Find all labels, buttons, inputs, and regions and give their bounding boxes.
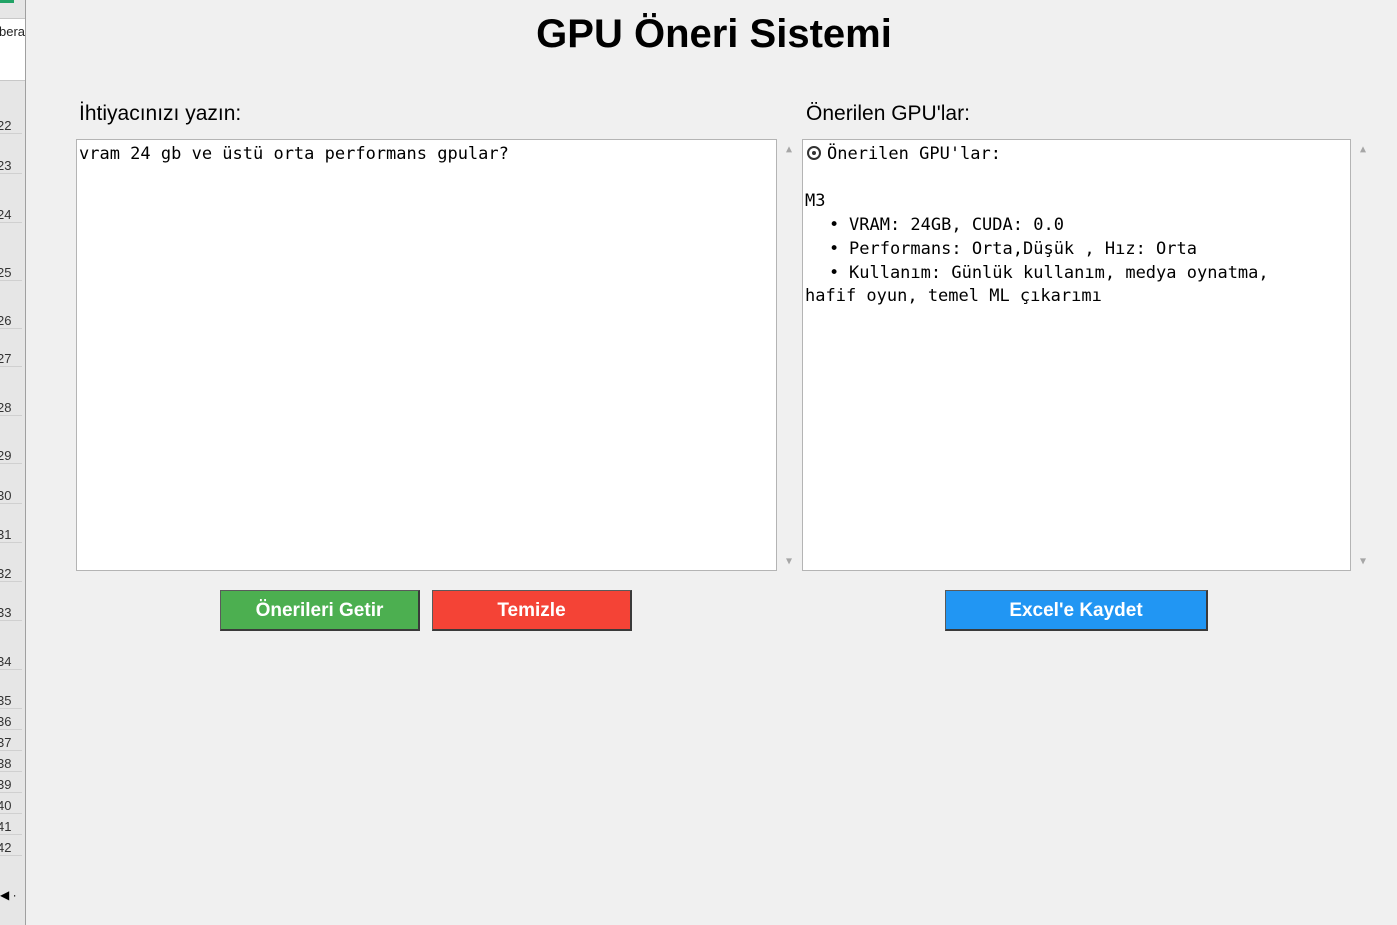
gpu-recommendation-app: GPU Öneri Sistemi İhtiyacınızı yazın: Ön… bbox=[26, 0, 1397, 925]
results-textarea[interactable]: Önerilen GPU'lar: M3 • VRAM: 24GB, CUDA: 0… bbox=[802, 139, 1373, 572]
app-title: GPU Öneri Sistemi bbox=[536, 12, 892, 56]
gpu-detail-line: • Performans: Orta,Düşük , Hız: Orta bbox=[829, 238, 1197, 259]
scroll-up-icon[interactable]: ▲ bbox=[1353, 140, 1373, 160]
row-number: 40 bbox=[0, 798, 22, 814]
input-scrollbar[interactable]: ▲ ▼ bbox=[779, 140, 799, 572]
needs-text[interactable]: vram 24 gb ve üstü orta performans gpula… bbox=[79, 143, 754, 570]
row-number: 27 bbox=[0, 351, 22, 367]
scroll-down-icon[interactable]: ▼ bbox=[779, 552, 799, 572]
row-number: 39 bbox=[0, 777, 22, 793]
gpu-name: M3 bbox=[805, 191, 826, 212]
scroll-up-icon[interactable]: ▲ bbox=[779, 140, 799, 160]
output-scrollbar[interactable]: ▲ ▼ bbox=[1353, 140, 1373, 572]
row-number: 37 bbox=[0, 735, 22, 751]
input-label: İhtiyacınızı yazın: bbox=[79, 102, 242, 125]
row-number: 24 bbox=[0, 207, 22, 223]
scroll-down-icon[interactable]: ▼ bbox=[1353, 552, 1373, 572]
row-number: 26 bbox=[0, 313, 22, 329]
clear-button[interactable]: Temizle bbox=[432, 590, 632, 631]
results-content[interactable]: Önerilen GPU'lar: M3 • VRAM: 24GB, CUDA: 0… bbox=[805, 143, 1328, 570]
excel-accent bbox=[0, 0, 14, 3]
row-number: 34 bbox=[0, 654, 22, 670]
row-number: 23 bbox=[0, 158, 22, 174]
results-header: Önerilen GPU'lar: bbox=[805, 143, 1328, 167]
gpu-detail-line: • Kullanım: Günlük kullanım, medya oynatm… bbox=[829, 262, 1269, 283]
needs-textarea[interactable]: vram 24 gb ve üstü orta performans gpula… bbox=[76, 139, 799, 572]
output-label: Önerilen GPU'lar: bbox=[806, 102, 970, 125]
row-number: 42 bbox=[0, 840, 22, 856]
row-number: 29 bbox=[0, 448, 22, 464]
results-header-text: Önerilen GPU'lar: bbox=[827, 144, 1001, 164]
row-number: 41 bbox=[0, 819, 22, 835]
row-number: 30 bbox=[0, 488, 22, 504]
background-cell: bera bbox=[0, 18, 25, 48]
sheet-nav-arrows[interactable]: ◀ · bbox=[0, 888, 25, 908]
row-number: 31 bbox=[0, 527, 22, 543]
row-number: 28 bbox=[0, 400, 22, 416]
row-number: 38 bbox=[0, 756, 22, 772]
row-number: 32 bbox=[0, 566, 22, 582]
gpu-detail-line: • VRAM: 24GB, CUDA: 0.0 bbox=[829, 215, 1064, 236]
row-number: 22 bbox=[0, 118, 22, 134]
save-excel-button[interactable]: Excel'e Kaydet bbox=[945, 590, 1208, 631]
get-recommendations-button[interactable]: Önerileri Getir bbox=[220, 590, 420, 631]
row-number: 33 bbox=[0, 605, 22, 621]
background-cell-empty bbox=[0, 46, 25, 81]
row-number: 36 bbox=[0, 714, 22, 730]
gpu-detail-wrap: hafif oyun, temel ML çıkarımı bbox=[805, 286, 1102, 307]
target-icon bbox=[807, 146, 821, 160]
background-spreadsheet: bera 22 23 24 25 26 27 28 29 30 31 32 33 34 35 36 37 38 3… bbox=[0, 0, 26, 925]
row-number: 35 bbox=[0, 693, 22, 709]
row-number: 25 bbox=[0, 265, 22, 281]
